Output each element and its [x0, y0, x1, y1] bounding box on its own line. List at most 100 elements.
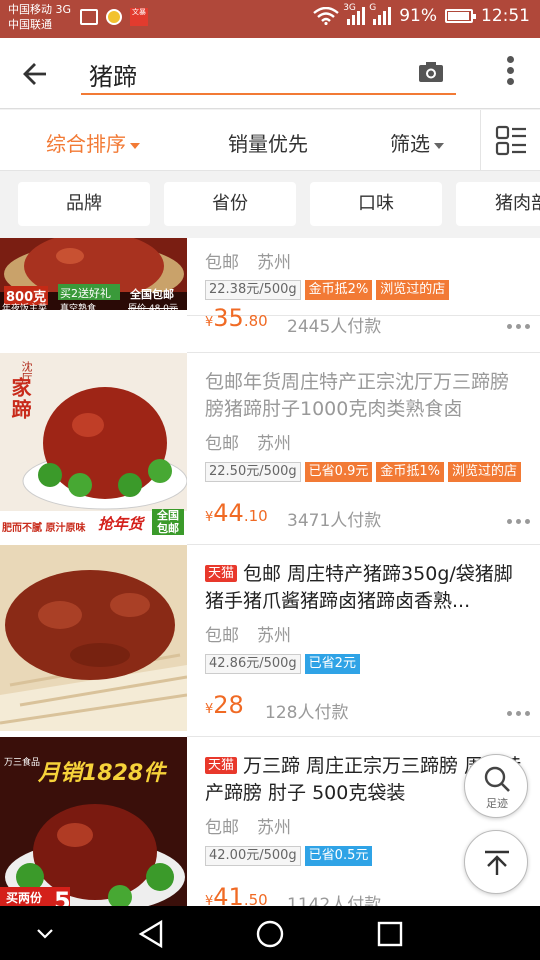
carrier-1: 中国移动 3G: [8, 3, 72, 16]
nav-down-icon[interactable]: [37, 929, 53, 939]
system-status: 3G G 91% 12:51: [313, 3, 530, 26]
product-location: 包邮 苏州: [205, 248, 309, 273]
tab-label: 筛选: [390, 132, 430, 156]
product-price: ¥35.80: [205, 304, 268, 332]
coin-discount-tag: 金币抵1%: [376, 462, 444, 482]
more-vertical-icon[interactable]: [504, 56, 516, 92]
price-integer: 28: [213, 691, 244, 719]
tab-filter[interactable]: 筛选: [390, 128, 444, 157]
nav-home-icon[interactable]: [256, 920, 284, 948]
news-notification-icon: 文暴: [130, 8, 148, 26]
search-input[interactable]: [89, 55, 409, 93]
product-title[interactable]: 天猫 包邮 周庄特产猪蹄350g/袋猪脚猪手猪爪酱猪蹄卤猪蹄卤香熟...: [205, 561, 527, 615]
product-image[interactable]: 沈厅 家蹄 肥而不腻 原汁原味 抢年货 全国包邮: [0, 353, 187, 539]
list-view-icon[interactable]: [480, 110, 540, 170]
sort-bar: 综合排序 销量优先 筛选: [0, 110, 540, 171]
product-item[interactable]: 沈厅 家蹄 肥而不腻 原汁原味 抢年货 全国包邮 包邮年货周庄特产正宗沈厅万三蹄…: [0, 353, 540, 545]
product-image[interactable]: 800克 年夜饭主菜 买2送好礼 真空熟食 全国包邮 原价 48.0元: [0, 238, 187, 310]
more-options-icon[interactable]: [507, 519, 530, 524]
badge-vacuum: 真空熟食: [60, 304, 97, 310]
product-title[interactable]: 包邮年货周庄特产正宗沈厅万三蹄膀膀猪蹄肘子1000克肉类熟食卤: [205, 369, 527, 423]
badge-gift: 买2送好礼: [60, 287, 111, 300]
battery-icon: [445, 9, 476, 23]
badge-new-year: 抢年货: [98, 515, 144, 533]
tmall-badge: 天猫: [205, 757, 238, 774]
battery-percent: 91%: [399, 6, 437, 26]
product-item[interactable]: 800克 年夜饭主菜 买2送好礼 真空熟食 全国包邮 原价 48.0元 包邮 苏州…: [0, 238, 540, 316]
city-label: 苏州: [257, 626, 291, 646]
filter-chip-pork-part[interactable]: 猪肉部: [456, 182, 540, 226]
network-type-1: 3G: [343, 3, 356, 13]
status-bar: 中国移动 3G 中国联通 文暴 3G G 91% 12:51: [0, 0, 540, 38]
tmall-badge: 天猫: [205, 565, 238, 582]
product-item[interactable]: 万三食品 月销1828件 买两份 5 天猫 万三蹄 周庄正宗万三蹄膀 周庄特产蹄膀…: [0, 737, 540, 906]
tab-label: 综合排序: [46, 132, 126, 156]
shipping-label: 包邮: [205, 818, 239, 838]
footprint-button[interactable]: 足迹: [464, 754, 528, 818]
more-options-icon[interactable]: [507, 711, 530, 716]
unit-price-tag: 42.00元/500g: [205, 846, 301, 866]
filter-chip-brand[interactable]: 品牌: [18, 182, 150, 226]
back-arrow-icon[interactable]: [18, 56, 54, 92]
food-shape: [33, 804, 157, 900]
badge-buy-two: 买两份: [6, 891, 43, 905]
product-info: 天猫 包邮 周庄特产猪蹄350g/袋猪脚猪手猪爪酱猪蹄卤猪蹄卤香熟... 包邮 苏州…: [187, 545, 540, 737]
badge-free-ship: 全国包邮: [130, 288, 174, 301]
system-nav-bar: [0, 906, 540, 960]
product-tags: 42.00元/500g 已省0.5元: [205, 846, 373, 866]
badge-orig-price: 原价 48.0元: [128, 304, 178, 310]
product-item[interactable]: 天猫 包邮 周庄特产猪蹄350g/袋猪脚猪手猪爪酱猪蹄卤猪蹄卤香熟... 包邮 苏州…: [0, 545, 540, 737]
price-decimal: .80: [243, 312, 268, 330]
price-decimal: .50: [243, 891, 268, 906]
product-location: 包邮 苏州: [205, 429, 309, 454]
nav-recent-icon[interactable]: [377, 921, 403, 947]
price-integer: 41: [213, 883, 244, 906]
filter-chip-flavor[interactable]: 口味: [310, 182, 442, 226]
brand-title: 家蹄: [8, 377, 32, 421]
badge-number: 5: [54, 887, 71, 906]
product-image[interactable]: 万三食品 月销1828件 买两份 5: [0, 737, 187, 906]
unit-price-tag: 42.86元/500g: [205, 654, 301, 674]
shipping-label: 包邮: [205, 434, 239, 454]
product-list: 800克 年夜饭主菜 买2送好礼 真空熟食 全国包邮 原价 48.0元 包邮 苏州…: [0, 238, 540, 906]
saved-tag: 已省0.5元: [304, 846, 373, 866]
tab-sales-first[interactable]: 销量优先: [228, 128, 308, 157]
search-box: [81, 55, 456, 95]
wifi-icon: [313, 7, 339, 25]
tab-label: 销量优先: [228, 132, 308, 156]
shipping-label: 包邮: [205, 626, 239, 646]
unit-price-tag: 22.50元/500g: [205, 462, 301, 482]
signal-icon-2: G: [369, 3, 392, 25]
image-slogan: 肥而不腻 原汁原味: [2, 523, 86, 534]
sold-count: 2445人付款: [287, 317, 382, 337]
tab-comprehensive-sort[interactable]: 综合排序: [46, 128, 140, 157]
sold-count: 1142人付款: [287, 895, 382, 906]
product-location: 包邮 苏州: [205, 621, 309, 646]
clock: 12:51: [481, 6, 530, 26]
signal-icon-1: 3G: [343, 3, 366, 25]
footprint-label: 足迹: [486, 797, 508, 810]
product-price: ¥44.10: [205, 499, 268, 527]
filter-chip-province[interactable]: 省份: [164, 182, 296, 226]
product-image[interactable]: [0, 545, 187, 731]
unit-price-tag: 22.38元/500g: [205, 280, 301, 300]
product-tags: 22.50元/500g 已省0.9元 金币抵1% 浏览过的店: [205, 462, 521, 482]
visited-store-tag: 浏览过的店: [447, 462, 521, 482]
monthly-sales-banner: 月销1828件: [38, 761, 166, 786]
product-tags: 42.86元/500g 已省2元: [205, 654, 360, 674]
visited-store-tag: 浏览过的店: [376, 280, 450, 300]
back-to-top-icon: [485, 850, 509, 875]
product-info: 包邮年货周庄特产正宗沈厅万三蹄膀膀猪蹄肘子1000克肉类熟食卤 包邮 苏州 22.…: [187, 353, 540, 545]
caret-down-icon: [130, 142, 140, 149]
nav-back-icon[interactable]: [138, 919, 163, 949]
camera-icon[interactable]: [418, 61, 444, 85]
product-price: ¥41.50: [205, 883, 268, 906]
search-header: [0, 38, 540, 109]
city-label: 苏州: [257, 818, 291, 838]
shipping-label: 包邮: [205, 253, 239, 273]
coin-notification-icon: [106, 9, 122, 25]
carrier-info: 中国移动 3G 中国联通: [8, 2, 71, 32]
more-options-icon[interactable]: [507, 324, 530, 329]
back-to-top-button[interactable]: [464, 830, 528, 894]
price-integer: 44: [213, 499, 244, 527]
